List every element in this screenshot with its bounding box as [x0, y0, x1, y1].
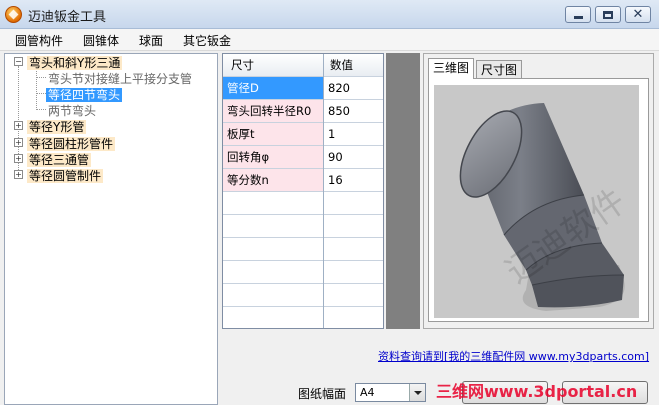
tree-node-four-section-elbow[interactable]: 等径四节弯头 [46, 86, 123, 103]
column-divider [323, 54, 324, 328]
minimize-icon [573, 15, 583, 19]
expand-icon[interactable]: + [14, 121, 23, 130]
param-value-input[interactable]: 90 [324, 146, 383, 168]
tree-node-elbow-branch[interactable]: 弯头节对接缝上平接分支管 [48, 70, 192, 87]
param-label: 板厚t [223, 123, 323, 145]
tree-node-label: 等径圆柱形管件 [27, 137, 116, 151]
table-row[interactable]: 弯头回转半径R0 850 [223, 100, 383, 123]
menu-bar: 圆管构件 圆锥体 球面 其它钣金 [0, 29, 659, 51]
param-label: 等分数n [223, 169, 323, 191]
maximize-icon [603, 10, 613, 19]
chevron-down-icon[interactable] [409, 384, 425, 401]
close-icon: ✕ [632, 7, 644, 22]
expand-icon[interactable]: + [14, 170, 23, 179]
tree-node-cylinder-fitting[interactable]: 等径圆柱形管件 [27, 135, 116, 152]
menu-item-sphere[interactable]: 球面 [139, 32, 163, 49]
splitter-panel [386, 53, 420, 329]
menu-item-pipe[interactable]: 圆管构件 [15, 32, 63, 49]
paper-size-value: A4 [360, 386, 375, 399]
tab-dimension-drawing[interactable]: 尺寸图 [476, 60, 522, 78]
tree-connector [36, 66, 37, 110]
table-row[interactable]: 等分数n 16 [223, 169, 383, 192]
empty-row [223, 238, 383, 261]
window-title: 迈迪钣金工具 [28, 10, 107, 25]
tab-content: 迈迪软件 [428, 78, 649, 322]
app-logo-icon [5, 6, 22, 23]
param-value-input[interactable]: 1 [324, 123, 383, 145]
tree-node-two-section-elbow[interactable]: 两节弯头 [48, 102, 96, 119]
expand-icon[interactable]: + [14, 138, 23, 147]
tree-connector [36, 77, 46, 78]
tab-3d-view[interactable]: 三维图 [428, 58, 474, 79]
tree-node-label: 等径圆管制件 [27, 169, 104, 183]
elbow-model-image: 迈迪软件 [459, 103, 633, 311]
empty-row [223, 192, 383, 215]
tree-node-tee-pipe[interactable]: 等径三通管 [27, 151, 92, 168]
paper-size-select[interactable]: A4 [355, 383, 426, 402]
expand-icon[interactable]: + [14, 154, 23, 163]
site-watermark: 三维网www.3dportal.cn [436, 382, 638, 401]
menu-item-other-sheetmetal[interactable]: 其它钣金 [183, 32, 231, 49]
param-label: 弯头回转半径R0 [223, 100, 323, 122]
menu-item-cone[interactable]: 圆锥体 [83, 32, 119, 49]
title-bar: 迈迪钣金工具 ✕ [0, 0, 659, 29]
tree-node-label: 等径Y形管 [27, 120, 87, 134]
tree-node-label: 弯头和斜Y形三通 [27, 56, 123, 70]
tree-node-label: 等径三通管 [27, 153, 92, 167]
param-value-input[interactable]: 16 [324, 169, 383, 191]
parameter-grid: 尺寸 数值 管径D 820 弯头回转半径R0 850 板厚t 1 回转角φ 90… [222, 53, 384, 329]
param-label: 回转角φ [223, 146, 323, 168]
collapse-icon[interactable]: − [14, 57, 23, 66]
table-row[interactable]: 管径D 820 [223, 77, 383, 100]
tree-node-y-pipe[interactable]: 等径Y形管 [27, 118, 87, 135]
category-tree: − 弯头和斜Y形三通 弯头节对接缝上平接分支管 等径四节弯头 两节弯头 + 等径… [4, 53, 218, 405]
tree-node-elbow-y-tee[interactable]: 弯头和斜Y形三通 [27, 54, 123, 71]
elbow-3d-preview[interactable]: 迈迪软件 [434, 85, 639, 318]
paper-size-label: 图纸幅面 [298, 387, 347, 401]
maximize-button[interactable] [595, 6, 621, 23]
param-label: 管径D [223, 77, 323, 99]
empty-row [223, 261, 383, 284]
close-button[interactable]: ✕ [625, 6, 651, 23]
minimize-button[interactable] [565, 6, 591, 23]
empty-row [223, 284, 383, 307]
tree-node-round-pipe-part[interactable]: 等径圆管制件 [27, 167, 104, 184]
header-value: 数值 [330, 58, 353, 72]
header-dimension: 尺寸 [231, 58, 254, 72]
grid-header-row: 尺寸 数值 [223, 54, 383, 77]
empty-row [223, 307, 383, 328]
preview-tabs: 三维图 尺寸图 迈迪软件 [423, 53, 654, 329]
tree-connector [36, 93, 46, 94]
tree-connector [36, 109, 46, 110]
table-row[interactable]: 板厚t 1 [223, 123, 383, 146]
table-row[interactable]: 回转角φ 90 [223, 146, 383, 169]
tree-node-label: 等径四节弯头 [46, 88, 123, 102]
empty-row [223, 215, 383, 238]
param-value-input[interactable]: 850 [324, 100, 383, 122]
param-value-input[interactable]: 820 [324, 77, 383, 99]
resource-link[interactable]: 资料查询请到[我的三维配件网 www.my3dparts.com] [378, 348, 649, 364]
